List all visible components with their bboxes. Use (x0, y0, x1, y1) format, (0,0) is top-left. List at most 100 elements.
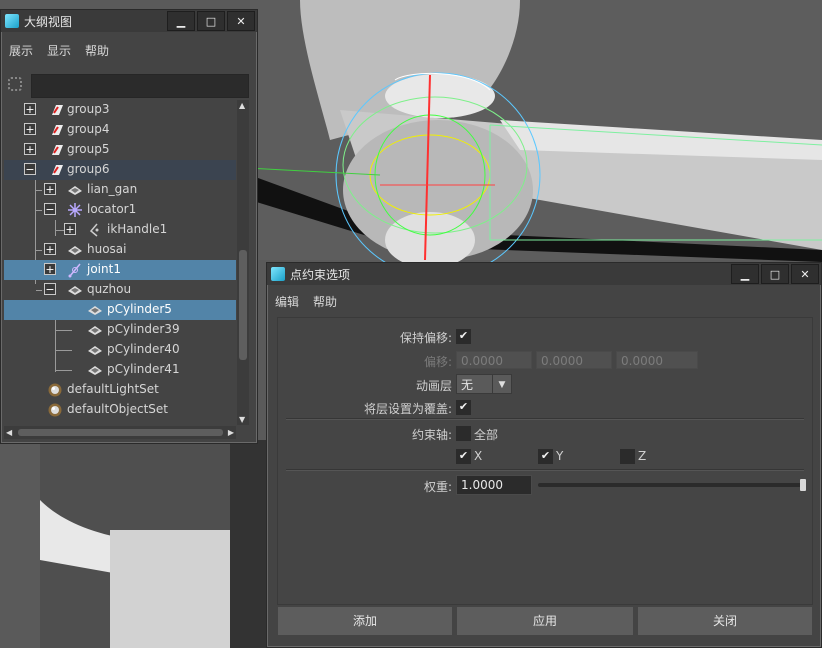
tree-item-label: locator1 (87, 202, 137, 216)
maximize-button[interactable]: □ (197, 11, 225, 31)
minimize-button[interactable]: ▁ (167, 11, 195, 31)
close-dialog-button[interactable]: 关闭 (638, 607, 812, 635)
tree-item-pcylinder40[interactable]: pCylinder40 (4, 340, 236, 360)
menu-display[interactable]: 展示 (9, 42, 33, 59)
scroll-left-arrow-icon[interactable]: ◀ (6, 428, 12, 437)
maximize-button[interactable]: □ (761, 264, 789, 284)
offset-y-field[interactable]: 0.0000 (536, 351, 612, 369)
tree-item-group5[interactable]: + group5 (4, 140, 236, 160)
add-button[interactable]: 添加 (278, 607, 452, 635)
menu-show[interactable]: 显示 (47, 42, 71, 59)
outliner-window: 大纲视图 ▁ □ ✕ 展示 显示 帮助 + group3 + group4 + … (0, 9, 258, 444)
menu-help[interactable]: 帮助 (85, 42, 109, 59)
expand-icon[interactable]: + (24, 123, 36, 135)
tree-item-label: defaultObjectSet (67, 402, 169, 416)
scroll-thumb[interactable] (18, 429, 223, 436)
scroll-right-arrow-icon[interactable]: ▶ (228, 428, 234, 437)
tree-item-label: quzhou (87, 282, 132, 296)
tree-item-pcylinder39[interactable]: pCylinder39 (4, 320, 236, 340)
tree-item-group3[interactable]: + group3 (4, 100, 236, 120)
mesh-icon (88, 366, 102, 375)
tree-item-quzhou[interactable]: − quzhou (4, 280, 236, 300)
weight-label: 权重: (423, 480, 452, 494)
axis-all-label: 全部 (474, 428, 499, 442)
axis-x-label: X (474, 449, 483, 463)
locator-icon (68, 203, 82, 217)
tree-item-defaultlightset[interactable]: defaultLightSet (4, 380, 236, 400)
menu-help[interactable]: 帮助 (313, 293, 337, 310)
menu-edit[interactable]: 编辑 (275, 293, 299, 310)
divider (286, 418, 804, 420)
scroll-down-arrow-icon[interactable]: ▼ (239, 415, 245, 424)
expand-icon[interactable]: + (44, 243, 56, 255)
tree-item-group6[interactable]: − group6 (4, 160, 236, 180)
maintain-offset-checkbox[interactable]: ✔ (456, 329, 471, 344)
group-icon (52, 145, 63, 155)
set-layer-override-label: 将层设置为覆盖: (363, 402, 452, 416)
expand-icon[interactable]: + (24, 143, 36, 155)
tree-item-locator1[interactable]: − locator1 (4, 200, 236, 220)
axis-y-checkbox[interactable]: ✔ (538, 449, 553, 464)
collapse-icon[interactable]: − (44, 203, 56, 215)
offset-label: 偏移: (423, 355, 452, 369)
set-icon (48, 403, 62, 417)
tree-item-label: huosai (87, 242, 127, 256)
tree-item-label: pCylinder41 (107, 362, 180, 376)
outliner-titlebar[interactable]: 大纲视图 ▁ □ ✕ (1, 10, 257, 32)
tree-item-lian-gan[interactable]: + lian_gan (4, 180, 236, 200)
apply-button[interactable]: 应用 (457, 607, 633, 635)
axis-all-checkbox[interactable] (456, 426, 471, 441)
horizontal-scrollbar[interactable]: ◀ ▶ (4, 426, 236, 439)
weight-slider[interactable] (538, 483, 806, 487)
tree-item-joint1[interactable]: + joint1 (4, 260, 236, 280)
minimize-button[interactable]: ▁ (731, 264, 759, 284)
group-icon (52, 165, 63, 175)
scroll-thumb[interactable] (239, 250, 247, 360)
close-button[interactable]: ✕ (791, 264, 819, 284)
ikhandle-icon (89, 223, 99, 237)
expand-icon[interactable]: + (64, 223, 76, 235)
dialog-menubar: 编辑 帮助 (267, 291, 821, 311)
tree-item-group4[interactable]: + group4 (4, 120, 236, 140)
set-layer-override-checkbox[interactable]: ✔ (456, 400, 471, 415)
tree-item-label: group6 (67, 162, 110, 176)
vertical-scrollbar[interactable]: ▲ ▼ (237, 100, 249, 425)
tree-item-label: joint1 (87, 262, 121, 276)
maya-app-icon (5, 14, 19, 28)
tree-item-label: lian_gan (87, 182, 138, 196)
mesh-icon (68, 246, 82, 255)
tree-item-label: ikHandle1 (107, 222, 168, 236)
filter-row (5, 74, 249, 98)
scroll-up-arrow-icon[interactable]: ▲ (239, 101, 245, 110)
dialog-titlebar[interactable]: 点约束选项 ▁ □ ✕ (267, 263, 821, 285)
maya-app-icon (271, 267, 285, 281)
constraint-axes-label: 约束轴: (411, 428, 452, 442)
tree-item-defaultobjectset[interactable]: defaultObjectSet (4, 400, 236, 420)
close-button[interactable]: ✕ (227, 11, 255, 31)
tree-item-ikhandle1[interactable]: + ikHandle1 (4, 220, 236, 240)
axis-z-checkbox[interactable] (620, 449, 635, 464)
tree-item-huosai[interactable]: + huosai (4, 240, 236, 260)
group-icon (52, 105, 63, 115)
filter-icon[interactable] (8, 77, 22, 91)
expand-icon[interactable]: + (44, 263, 56, 275)
collapse-icon[interactable]: − (24, 163, 36, 175)
dialog-title: 点约束选项 (290, 267, 351, 282)
expand-icon[interactable]: + (44, 183, 56, 195)
tree-item-label: group5 (67, 142, 110, 156)
filter-input[interactable] (31, 74, 249, 98)
options-panel: 保持偏移: ✔ 偏移: 0.0000 0.0000 0.0000 动画层 无 ▼… (277, 317, 813, 605)
weight-slider-handle[interactable] (800, 479, 806, 491)
tree-item-pcylinder5[interactable]: pCylinder5 (4, 300, 236, 320)
joint-icon (68, 263, 81, 278)
offset-x-field[interactable]: 0.0000 (456, 351, 532, 369)
offset-z-field[interactable]: 0.0000 (616, 351, 698, 369)
tree-item-pcylinder41[interactable]: pCylinder41 (4, 360, 236, 380)
axis-x-checkbox[interactable]: ✔ (456, 449, 471, 464)
axis-z-label: Z (638, 449, 647, 463)
collapse-icon[interactable]: − (44, 283, 56, 295)
mesh-icon (68, 186, 82, 195)
anim-layer-dropdown[interactable]: 无 ▼ (456, 374, 512, 394)
weight-field[interactable]: 1.0000 (456, 475, 532, 495)
expand-icon[interactable]: + (24, 103, 36, 115)
